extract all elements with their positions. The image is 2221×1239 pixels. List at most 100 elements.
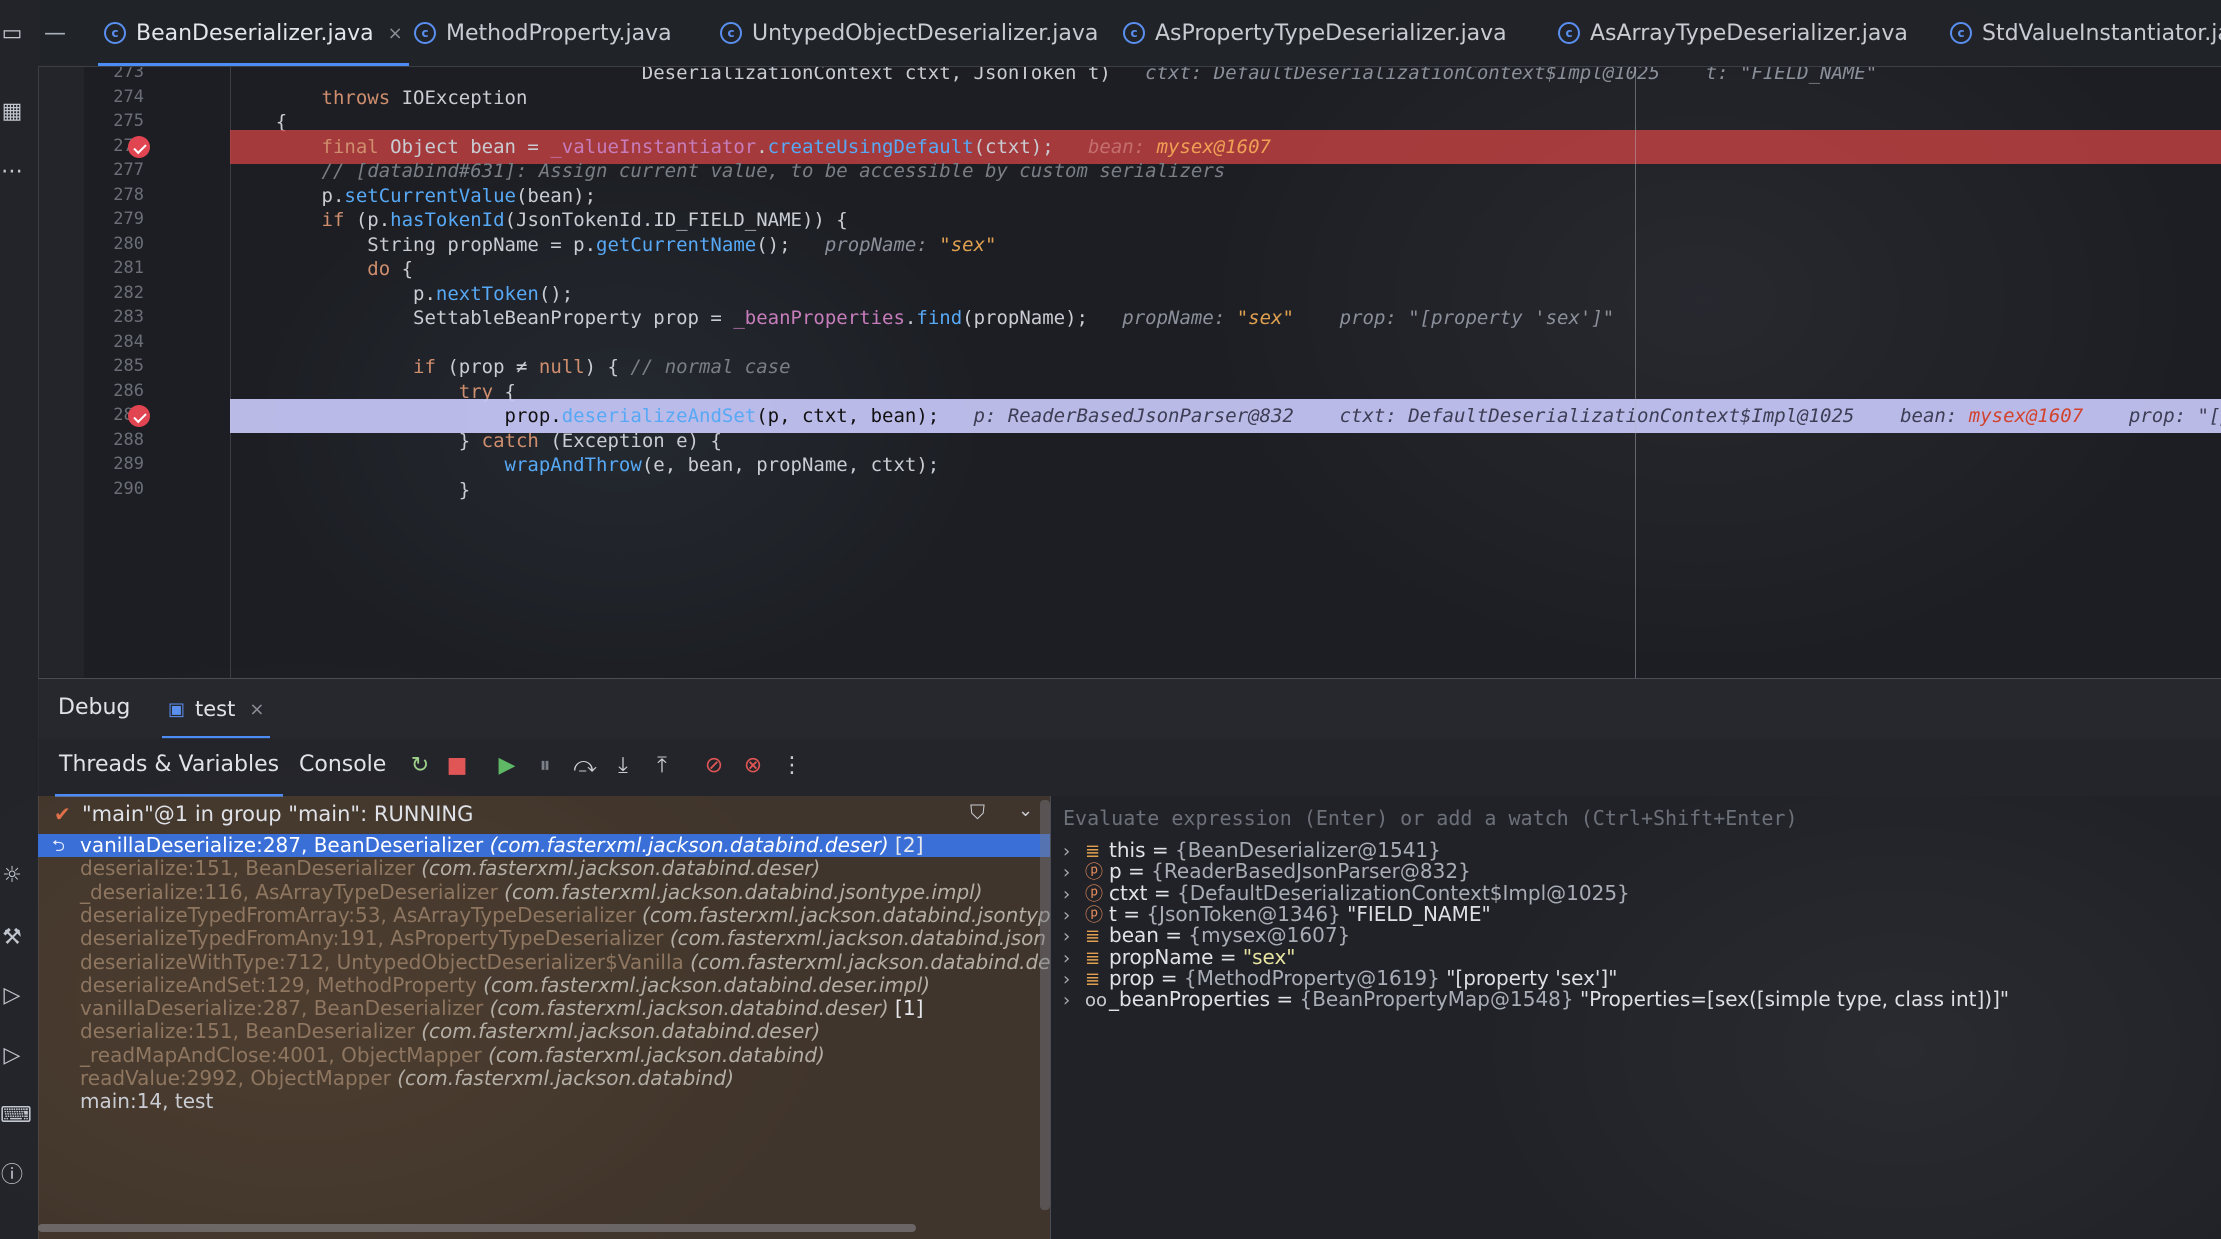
class-icon: c <box>104 22 126 44</box>
run-icon[interactable]: ▷ <box>0 1044 24 1068</box>
rerun-icon[interactable]: ↻ <box>407 753 433 779</box>
tab-as-array-type-deserializer[interactable]: c AsArrayTypeDeserializer.java <box>1558 0 1908 66</box>
line-number: 280 <box>113 233 144 254</box>
stack-frame[interactable]: _readMapAndClose:4001, ObjectMapper (com… <box>38 1043 1050 1067</box>
stack-frame[interactable]: deserialize:151, BeanDeserializer (com.f… <box>38 857 1050 880</box>
class-icon: c <box>1123 22 1145 44</box>
chevron-down-icon[interactable]: ⌄ <box>1018 800 1033 821</box>
variable-row[interactable]: › ≣ bean = {mysex@1607} <box>1063 925 1350 948</box>
chevron-right-icon[interactable]: › <box>1063 862 1085 883</box>
frame-method: vanillaDeserialize:287, BeanDeserializer <box>80 996 490 1021</box>
thread-selector[interactable]: ✔ "main"@1 in group "main": RUNNING ⛉ ⌄ <box>38 796 1050 834</box>
breakpoint-icon[interactable] <box>128 405 150 427</box>
tab-label: MethodProperty.java <box>446 20 672 46</box>
problems-icon[interactable]: ⓘ <box>0 1164 24 1188</box>
chevron-right-icon[interactable]: › <box>1063 841 1085 862</box>
code-line[interactable]: } <box>230 473 2221 507</box>
resume-icon[interactable]: ▶ <box>494 753 520 779</box>
stack-frame[interactable]: vanillaDeserialize:287, BeanDeserializer… <box>38 996 1050 1021</box>
stop-icon[interactable]: ■ <box>444 753 470 779</box>
stack-frame[interactable]: _deserialize:116, AsArrayTypeDeserialize… <box>38 879 1050 904</box>
variable-row[interactable]: › ≣ propName = "sex" <box>1063 946 1296 969</box>
variable-row[interactable]: › ⓟ t = {JsonToken@1346} "FIELD_NAME" <box>1063 903 1491 926</box>
pause-icon[interactable]: ⏸ <box>532 753 558 779</box>
chevron-right-icon[interactable]: › <box>1063 990 1085 1011</box>
terminal-icon[interactable]: ⌨ <box>0 1104 32 1128</box>
frame-package: (com.fasterxml.jackson.databind.jsontype… <box>504 879 983 904</box>
code-text: } <box>230 478 471 501</box>
chevron-right-icon[interactable]: › <box>1063 948 1085 969</box>
mute-breakpoints-icon[interactable]: ⊗ <box>740 753 766 779</box>
tab-label: AsArrayTypeDeserializer.java <box>1590 20 1908 46</box>
chevron-right-icon[interactable]: › <box>1063 969 1085 990</box>
view-breakpoints-icon[interactable]: ⊘ <box>701 753 727 779</box>
editor-gutter: 2732742752762772782792802812822832842852… <box>84 66 231 678</box>
class-icon: c <box>1950 22 1972 44</box>
frame-package: (com.fasterxml.jackson.databind.deser.im… <box>483 972 931 997</box>
chevron-right-icon[interactable]: › <box>1063 905 1085 926</box>
frame-method: readValue:2992, ObjectMapper <box>80 1066 398 1090</box>
current-frame-icon: ⮌ <box>52 836 65 855</box>
variable-row[interactable]: › ⓟ p = {ReaderBasedJsonParser@832} <box>1063 861 1471 884</box>
structure-icon[interactable]: ▦ <box>0 100 24 124</box>
field-icon: ≣ <box>1085 926 1101 948</box>
tab-bean-deserializer[interactable]: c BeanDeserializer.java × <box>98 0 409 66</box>
close-icon[interactable]: × <box>249 699 264 720</box>
frames-scrollbar[interactable] <box>1040 800 1050 1210</box>
tab-std-value-instantiator[interactable]: c StdValueInstantiator.jav <box>1950 0 2221 66</box>
debug-icon[interactable]: ☼ <box>0 864 24 888</box>
tab-threads-variables[interactable]: Threads & Variables <box>54 752 284 797</box>
variable-row[interactable]: › ≣ prop = {MethodProperty@1619} "[propert… <box>1063 967 1617 990</box>
debug-session-tab[interactable]: ▣ test × <box>161 679 271 739</box>
thread-status: "main"@1 in group "main": RUNNING <box>82 802 474 826</box>
frame-package: (com.fasterxml.jackson.databind.des <box>690 949 1050 974</box>
more-options-icon[interactable]: ⋮ <box>779 753 805 779</box>
chevron-right-icon[interactable]: › <box>1063 926 1085 947</box>
code-editor[interactable]: 2732742752762772782792802812822832842852… <box>84 66 2221 678</box>
stack-frame[interactable]: vanillaDeserialize:287, BeanDeserializer… <box>38 833 1050 858</box>
stack-frame[interactable]: readValue:2992, ObjectMapper (com.faster… <box>38 1066 1050 1090</box>
stack-frame[interactable]: deserializeWithType:712, UntypedObjectDe… <box>38 949 1050 974</box>
more-tools-icon[interactable]: ⋯ <box>0 160 24 184</box>
step-out-icon[interactable]: ⤒ <box>649 753 675 779</box>
variable-row[interactable]: › ⓟ ctxt = {DefaultDeserializationContext$… <box>1063 882 1630 905</box>
right-margin-guide <box>1635 66 1636 678</box>
stack-frame[interactable]: deserializeTypedFromArray:53, AsArrayTyp… <box>38 903 1050 927</box>
stack-frame[interactable]: deserialize:151, BeanDeserializer (com.f… <box>38 1020 1050 1043</box>
field-icon: ≣ <box>1085 841 1101 862</box>
build-icon[interactable]: ⚒ <box>0 926 24 950</box>
frame-method: _deserialize:116, AsArrayTypeDeserialize… <box>80 879 505 904</box>
frame-method: deserialize:151, BeanDeserializer <box>80 856 422 881</box>
stack-frame[interactable]: deserializeTypedFromAny:191, AsPropertyT… <box>38 927 1050 950</box>
tab-label: AsPropertyTypeDeserializer.java <box>1155 20 1507 46</box>
debug-toolbar: Threads & Variables Console ↻ ■ ▶ ⏸ ⤼ ⤓ … <box>38 738 2221 797</box>
close-icon[interactable]: × <box>388 23 403 44</box>
project-folder-icon[interactable]: ▭ <box>0 22 24 46</box>
evaluate-expression-input[interactable]: Evaluate expression (Enter) or add a wat… <box>1063 806 1798 830</box>
line-number: 284 <box>113 331 144 352</box>
frame-method: deserialize:151, BeanDeserializer <box>80 1019 422 1044</box>
step-over-icon[interactable]: ⤼ <box>572 753 598 779</box>
frame-package: (com.fasterxml.jackson.databind.deser) <box>489 996 889 1021</box>
breakpoint-icon[interactable] <box>128 135 150 158</box>
line-number: 274 <box>113 86 144 107</box>
tab-minimize-icon[interactable]: — <box>44 0 66 66</box>
run-services-icon[interactable]: ▷ <box>0 984 24 1008</box>
chevron-right-icon[interactable]: › <box>1063 884 1085 905</box>
tab-as-property-type-deserializer[interactable]: c AsPropertyTypeDeserializer.java <box>1123 0 1507 66</box>
stack-frame[interactable]: main:14, test <box>38 1090 1050 1113</box>
tab-method-property[interactable]: c MethodProperty.java <box>414 0 672 66</box>
filter-icon[interactable]: ⛉ <box>970 800 985 824</box>
variable-row[interactable]: › ≣ this = {BeanDeserializer@1541} <box>1063 839 1441 862</box>
step-into-icon[interactable]: ⤓ <box>610 753 636 779</box>
frame-method: deserializeAndSet:129, MethodProperty <box>80 972 484 997</box>
variable-row[interactable]: › oo_beanProperties = {BeanPropertyMap@15… <box>1063 987 2010 1012</box>
tab-console[interactable]: Console <box>299 752 386 777</box>
stack-frame[interactable]: deserializeAndSet:129, MethodProperty (c… <box>38 972 1050 997</box>
variable-string-value: "Properties=[sex([simple type, class int… <box>1579 987 2010 1012</box>
frames-horizontal-scrollbar[interactable] <box>38 1224 916 1232</box>
frame-package: (com.fasterxml.jackson.databind) <box>397 1066 734 1090</box>
session-label: test <box>195 697 236 721</box>
tab-untyped-object-deserializer[interactable]: c UntypedObjectDeserializer.java <box>720 0 1098 66</box>
line-number: 281 <box>113 258 144 278</box>
